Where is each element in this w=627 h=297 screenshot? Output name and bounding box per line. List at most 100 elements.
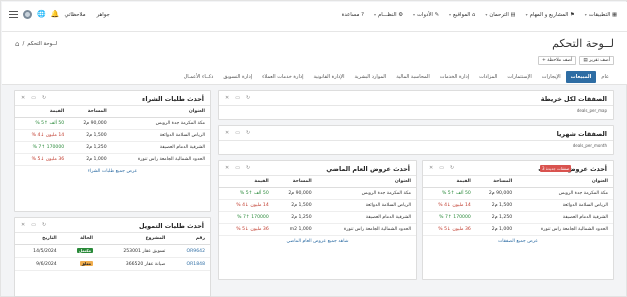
minimize-icon[interactable]: ▭ [439,165,444,171]
tab-rentals[interactable]: الإيجارات [537,71,566,83]
last-year-offers-table: العنوان المساحة القيمة مكة المكرمة جدة ا… [219,176,416,236]
tab-general[interactable]: عام [596,71,614,83]
nav-projects[interactable]: ⚑ المشاريع و المهام▾ [526,12,575,18]
panel-title: الصفقات لكل خريطة [540,95,607,103]
tab-marketing[interactable]: إدارة التسويق [218,71,257,83]
value-text: 50 ألف [254,191,269,196]
col-address: العنوان [517,176,613,188]
cell-area: 1,250 م2 [475,211,518,224]
arrow-up-icon: ↑ [44,121,48,126]
nav-sites[interactable]: ⌂ المواقيع▾ [449,12,475,18]
cell-area: 1,000 م2 [475,223,518,236]
minimize-icon[interactable]: ▭ [31,95,36,101]
menu-icon[interactable] [9,10,18,19]
value-text: 50 ألف [49,121,65,126]
refresh-icon[interactable]: ↻ [42,222,46,228]
breadcrumb-current[interactable]: لــوحة التحكم [27,41,57,47]
table-row[interactable]: الحدود الشمالية الجامعة راس تنورة 1,000 م… [15,153,210,166]
tab-customer-service[interactable]: إدارة خدمات العملاء [257,71,308,83]
col-value: القيمة [423,176,476,188]
tab-auctions[interactable]: المزادات [474,71,502,83]
avatar[interactable] [23,10,32,19]
close-icon[interactable]: ✕ [21,95,25,101]
nav-translator[interactable]: ▤ الترحمان▾ [485,12,515,18]
tab-services[interactable]: إدارة الخدمات [435,71,474,83]
nav-apps[interactable]: ▦ التطبيقات▾ [585,12,617,18]
minimize-icon[interactable]: ▭ [235,130,240,136]
view-all-buy-requests-link[interactable]: عرض جميع طلبات الشراء [15,166,210,177]
cell-status: معلق [61,257,98,271]
panel-header: أحدث عروض المبيعات 3 صفقات جديدة ✕ ▭ ↻ [423,161,613,176]
cell-address: مكة المكرمة جدة الروبس [517,187,613,200]
panel-title: أحدث طلبات التمويل [138,222,204,230]
close-icon[interactable]: ✕ [429,165,433,171]
cell-address: الرياض السلامة الدوائعة [316,199,416,212]
table-row[interactable]: مكة المكرمة جدة الروبس 90,000 م2 50 ألف ↑5… [423,187,613,200]
table-row[interactable]: الحدود الشمالية الجامعة راس تنورة 1,000 m… [219,223,416,236]
arrow-down-icon: ↓ [40,133,45,138]
status-badge: مكتمل [76,248,93,253]
cell-value: 14 مليون ↓4 % [15,129,70,142]
col-value: القيمة [219,176,274,188]
table-row[interactable]: OR9642 تسويق عقار 253001 مكتمل 14/5/2024 [15,244,210,258]
tab-investments[interactable]: الإستثمارات [502,71,536,83]
refresh-icon[interactable]: ↻ [246,130,250,136]
user-name[interactable]: جواهر [97,12,110,18]
table-row[interactable]: الحدود الشمالية الجامعة راس تنورة 1,000 م… [423,223,613,236]
nav-tools[interactable]: ✎ الأدوات▾ [413,12,439,18]
nav-system[interactable]: ⚙ النظـــام▾ [374,12,403,18]
cell-area: 1,500 م2 [69,129,112,142]
tab-bi[interactable]: ذكــاء الأعمـال [179,71,219,83]
pct-text: 5 % [239,191,249,196]
view-all-deals-link[interactable]: عرض جميع الصفقات [423,236,613,247]
table-row[interactable]: الشرقية الدمام العصيفة 1,250 م2 170000 ↑7 … [219,211,416,224]
cell-area: 90,000 م2 [273,187,317,200]
minimize-icon[interactable]: ▭ [235,95,240,101]
minimize-icon[interactable]: ▭ [235,165,240,171]
add-report-button[interactable]: ▤ أضف تقرير [579,56,614,65]
cell-address: الحدود الشمالية الجامعة راس تنورة [316,223,416,236]
table-row[interactable]: مكة المكرمة جدة الروبس 90,000 م2 50 ألف ↑5… [219,187,416,200]
refresh-icon[interactable]: ↻ [246,165,250,171]
table-row[interactable]: الرياض السلامة الدوائعة 1,500 م2 14 مليون … [423,199,613,212]
bell-icon[interactable]: 🔔 [51,10,60,19]
tab-legal[interactable]: الإدارة القانونية [308,71,349,83]
tab-hr[interactable]: الموارد البشرية [349,71,391,83]
refresh-icon[interactable]: ↻ [450,165,454,171]
wrench-icon: ✎ [432,12,440,18]
cell-area: 1,000 m2 [273,223,317,236]
close-icon[interactable]: ✕ [21,222,25,228]
minimize-icon[interactable]: ▭ [31,222,36,228]
refresh-icon[interactable]: ↻ [42,95,46,101]
chevron-down-icon: ▾ [373,12,376,17]
tab-sales[interactable]: المبيعات [565,71,597,83]
table-row[interactable]: الرياض السلامة الدوائعة 1,500 م2 14 مليون … [15,129,210,142]
cell-number[interactable]: OR9642 [170,244,210,258]
table-row[interactable]: OR1848 صيانة عقار 366520 معلق 9/6/2024 [15,257,210,271]
close-icon[interactable]: ✕ [225,130,229,136]
table-row[interactable]: الرياض السلامة الدوائعة 1,500 م2 14 مليون … [219,199,416,212]
refresh-icon[interactable]: ↻ [246,95,250,101]
add-note-button[interactable]: + أضف ملاحظة [538,56,577,65]
pct-text: 5 % [441,191,451,196]
main-nav: ▦ التطبيقات▾ ⚑ المشاريع و المهام▾ ▤ التر… [342,12,617,18]
nav-help[interactable]: ? مساعدة [342,12,364,18]
close-icon[interactable]: ✕ [225,165,229,171]
table-row[interactable]: مكة المكرمة جدة الروبس 90,000 م2 50 ألف ↑5… [15,117,210,130]
cell-number[interactable]: OR1848 [170,257,210,271]
status-badge: معلق [79,261,93,266]
home-icon[interactable]: ⌂ [15,40,19,48]
panel-controls: ✕ ▭ ↻ [225,130,250,136]
view-all-last-year-link[interactable]: شاهد جميع عروض العام الماضي [219,236,416,247]
close-icon[interactable]: ✕ [225,95,229,101]
arrow-down-icon: ↓ [40,157,45,162]
tab-accounting[interactable]: المحاسبة المالية [391,71,435,83]
nav-tools-label: الأدوات [417,12,433,18]
cell-value: 50 ألف ↑5 % [423,187,476,200]
table-row[interactable]: الشرقية الدمام العصيفة 1,250 م2 170000 ↑7 … [15,141,210,154]
globe-icon[interactable]: 🌐 [37,10,46,19]
chevron-down-icon: ▾ [449,12,452,17]
table-row[interactable]: الشرقية الدمام العصيفة 1,250 م2 170000 ↑7 … [423,211,613,224]
notes-link[interactable]: ملاحظاتي [64,12,85,18]
cell-value: 170000 ↑7 % [423,211,476,224]
